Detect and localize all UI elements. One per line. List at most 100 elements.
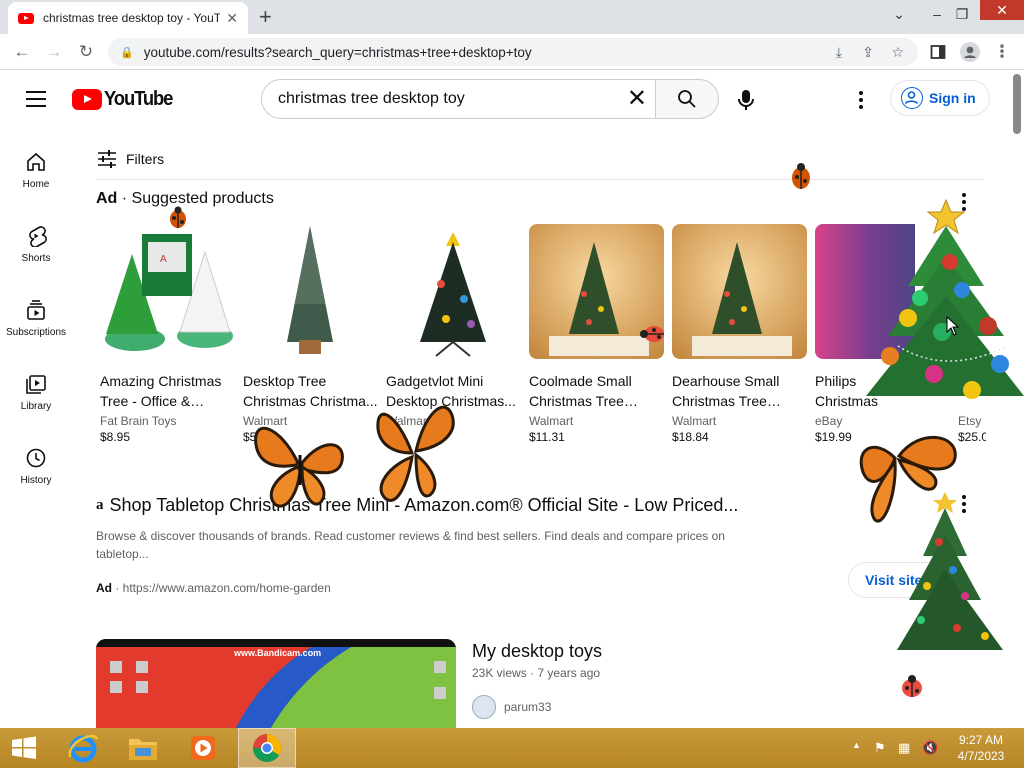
internet-explorer-button[interactable] (54, 728, 112, 768)
ladybug-icon[interactable] (788, 163, 814, 191)
scrollbar-thumb[interactable] (1013, 74, 1021, 134)
internet-explorer-icon (68, 734, 99, 763)
butterfly-icon[interactable] (855, 428, 963, 526)
clear-search-icon[interactable]: ✕ (627, 86, 647, 112)
chrome-taskbar-button[interactable] (238, 728, 296, 768)
close-tab-icon[interactable]: ✕ (226, 10, 238, 27)
search-input[interactable]: christmas tree desktop toy ✕ (261, 79, 656, 119)
subscriptions-icon (24, 298, 48, 322)
bookmark-star-icon[interactable]: ☆ (891, 38, 904, 66)
product-image (386, 224, 521, 359)
show-hidden-icons-icon[interactable]: ▲ (852, 740, 861, 750)
settings-kebab-icon[interactable] (859, 91, 863, 109)
ladybug-icon[interactable] (640, 322, 666, 346)
profile-icon[interactable] (958, 40, 982, 64)
reload-icon[interactable]: ↻ (74, 40, 98, 64)
sidebar-item-home[interactable]: Home (0, 150, 72, 190)
action-center-flag-icon[interactable]: ⚑ (874, 740, 886, 756)
amazon-ad-description: Browse & discover thousands of brands. R… (96, 529, 725, 561)
amazon-logo-icon: a (96, 497, 104, 513)
sidebar-item-label: Library (20, 401, 52, 412)
install-app-icon[interactable]: ⤓ (836, 38, 842, 66)
amazon-ad-url-line: Ad · https://www.amazon.com/home-garden (96, 581, 331, 595)
sidebar-item-library[interactable]: Library (0, 372, 72, 412)
search-button[interactable] (655, 79, 719, 119)
sidebar-item-label: History (20, 475, 52, 486)
tab-search-chevron-icon[interactable]: ⌄ (885, 0, 913, 28)
windows-taskbar: ▲ ⚑ ▦ 🔇 9:27 AM 4/7/2023 (0, 728, 1024, 768)
restore-button[interactable]: ❐ (950, 0, 974, 28)
system-clock[interactable]: 9:27 AM 4/7/2023 (950, 732, 1012, 764)
youtube-favicon-icon (18, 12, 34, 24)
product-name: Desktop Tree Christmas Christma... (243, 373, 378, 409)
hamburger-menu-icon[interactable] (26, 91, 46, 107)
butterfly-icon[interactable] (368, 395, 458, 507)
sign-in-button[interactable]: Sign in (890, 80, 990, 116)
network-icon[interactable]: ▦ (898, 740, 910, 756)
product-price: $18.84 (672, 430, 709, 444)
sidebar-item-shorts[interactable]: Shorts (0, 224, 72, 264)
account-circle-icon (901, 87, 923, 109)
ladybug-icon[interactable] (166, 206, 190, 230)
minimize-button[interactable]: – (925, 0, 949, 28)
file-explorer-button[interactable] (114, 728, 172, 768)
product-card[interactable]: A Amazing Christmas Tree - Office & Desk… (100, 224, 235, 445)
product-price: $8.95 (100, 430, 131, 444)
channel-avatar (472, 695, 496, 719)
volume-muted-icon[interactable]: 🔇 (922, 740, 938, 756)
library-icon (24, 372, 48, 396)
clock-date: 4/7/2023 (957, 749, 1005, 763)
address-bar[interactable]: 🔒 youtube.com/results?search_query=chris… (108, 38, 918, 66)
channel-name: parum33 (504, 700, 552, 714)
section-title: Suggested products (131, 190, 274, 207)
christmas-tree-toy-large[interactable] (858, 196, 1024, 408)
product-image (243, 224, 378, 359)
video-meta: 23K views · 7 years ago (472, 666, 601, 680)
video-thumbnail[interactable]: www.Bandicam.com (96, 639, 456, 728)
address-url: youtube.com/results?search_query=christm… (143, 44, 532, 60)
svg-text:A: A (160, 254, 167, 265)
browser-tab-bar: christmas tree desktop toy - YouTube ✕ +… (0, 0, 1024, 34)
filter-sliders-icon (98, 150, 116, 168)
sidebar-item-subscriptions[interactable]: Subscriptions (0, 298, 72, 338)
ad-badge: Ad (96, 190, 118, 207)
microphone-icon[interactable] (735, 88, 757, 112)
home-icon (24, 150, 48, 174)
browser-menu-icon[interactable]: ⋮ (990, 40, 1014, 64)
product-card[interactable]: Dearhouse Small Christmas Tree with... W… (672, 224, 807, 445)
folder-icon (129, 739, 157, 760)
product-price: $11.31 (529, 430, 565, 444)
sidebar-item-history[interactable]: History (0, 446, 72, 486)
product-name: Dearhouse Small Christmas Tree with... (672, 373, 780, 409)
history-icon (24, 446, 48, 470)
ladybug-icon[interactable] (898, 674, 926, 700)
browser-tab[interactable]: christmas tree desktop toy - YouTube ✕ (8, 2, 248, 34)
youtube-logo[interactable]: YouTube (72, 88, 178, 111)
divider (96, 179, 984, 180)
lock-icon: 🔒 (120, 46, 134, 59)
butterfly-icon[interactable] (250, 415, 350, 510)
video-title-link[interactable]: My desktop toys (472, 641, 602, 662)
chrome-icon (253, 734, 281, 762)
product-store: Etsy (958, 414, 982, 428)
windows-logo-icon (12, 736, 36, 759)
new-tab-button[interactable]: + (259, 4, 272, 30)
share-icon[interactable]: ⇪ (862, 38, 874, 66)
close-window-button[interactable]: ✕ (980, 0, 1024, 20)
mouse-cursor-icon (946, 316, 960, 336)
bandicam-watermark: www.Bandicam.com (233, 648, 321, 658)
search-icon (678, 90, 696, 108)
back-arrow-icon[interactable]: ← (10, 40, 34, 64)
channel-link[interactable]: parum33 (472, 695, 551, 719)
product-store: Walmart (672, 414, 717, 428)
youtube-play-icon (72, 89, 102, 110)
forward-arrow-icon[interactable]: → (42, 40, 66, 64)
start-button[interactable] (0, 728, 48, 768)
side-panel-icon[interactable] (926, 40, 950, 64)
filters-button[interactable]: Filters (97, 150, 164, 168)
product-card[interactable]: Desktop Tree Christmas Christma... Walma… (243, 224, 378, 445)
media-player-icon (191, 736, 215, 760)
media-player-button[interactable] (174, 728, 232, 768)
shorts-icon (24, 224, 48, 248)
tab-title: christmas tree desktop toy - YouTube (43, 11, 221, 25)
